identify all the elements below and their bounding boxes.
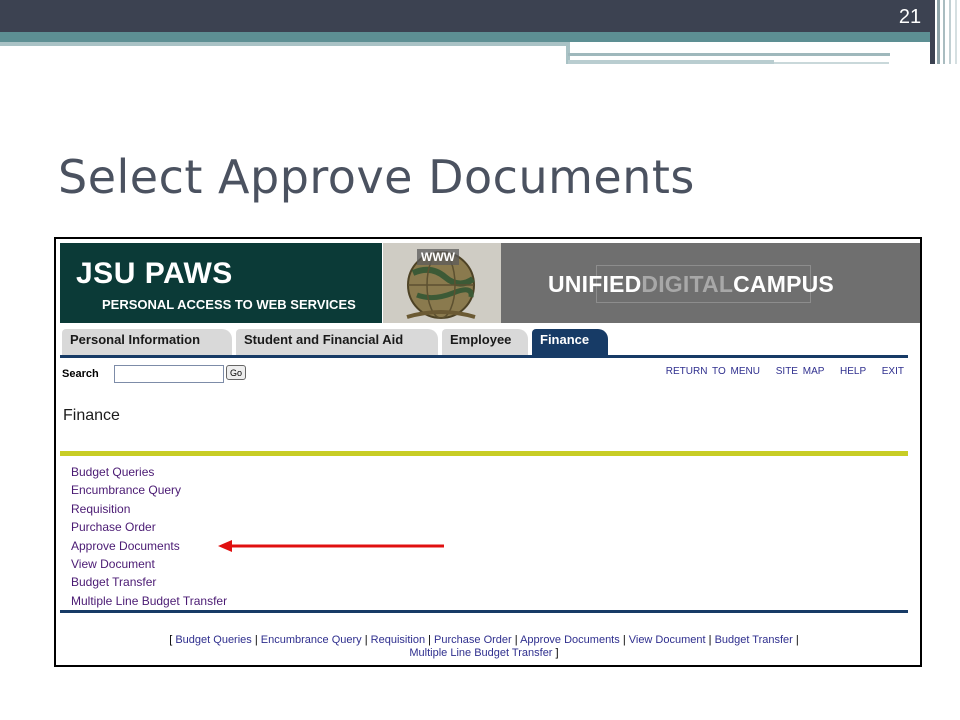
slide-header-rule <box>568 53 890 56</box>
finance-menu: Budget Queries Encumbrance Query Requisi… <box>71 463 227 610</box>
slide-corner-bar <box>949 0 951 64</box>
tab-finance[interactable]: Finance <box>532 329 608 355</box>
footer-links: [ Budget Queries | Encumbrance Query | R… <box>169 634 799 659</box>
footer-link-requisition[interactable]: Requisition <box>371 634 425 646</box>
paws-banner: JSU PAWS PERSONAL ACCESS TO WEB SERVICES <box>60 243 382 323</box>
paws-screenshot: JSU PAWS PERSONAL ACCESS TO WEB SERVICES… <box>54 237 922 667</box>
slide-corner-bar <box>937 0 940 64</box>
return-to-menu-link[interactable]: RETURN TO MENU <box>666 366 760 377</box>
slide-header-rule <box>568 60 774 64</box>
menu-link-budget-transfer[interactable]: Budget Transfer <box>71 573 227 591</box>
footer-link-approve-documents[interactable]: Approve Documents <box>520 634 620 646</box>
globe-logo: WWW <box>383 243 501 323</box>
footer-link-budget-transfer[interactable]: Budget Transfer <box>715 634 793 646</box>
site-map-link[interactable]: SITE MAP <box>776 366 825 377</box>
paws-subtitle: PERSONAL ACCESS TO WEB SERVICES <box>102 297 356 312</box>
footer-link-view-document[interactable]: View Document <box>629 634 706 646</box>
tab-employee[interactable]: Employee <box>442 329 528 355</box>
search-input[interactable] <box>114 365 224 383</box>
top-links: RETURN TO MENU SITE MAP HELP EXIT <box>655 366 904 377</box>
menu-link-budget-queries[interactable]: Budget Queries <box>71 463 227 481</box>
slide-corner-bar <box>943 0 945 64</box>
exit-link[interactable]: EXIT <box>882 366 904 377</box>
footer-rule <box>60 610 908 613</box>
menu-link-view-document[interactable]: View Document <box>71 555 227 573</box>
tab-personal-information[interactable]: Personal Information <box>62 329 232 355</box>
heading-rule <box>60 451 908 456</box>
slide-header-rule <box>774 62 889 64</box>
slide-title: Select Approve Documents <box>58 150 695 204</box>
menu-link-purchase-order[interactable]: Purchase Order <box>71 518 227 536</box>
menu-link-encumbrance-query[interactable]: Encumbrance Query <box>71 481 227 499</box>
red-arrow-icon <box>218 540 444 552</box>
menu-link-approve-documents[interactable]: Approve Documents <box>71 537 227 555</box>
slide-corner-bar <box>955 0 957 64</box>
tab-student-financial-aid[interactable]: Student and Financial Aid <box>236 329 438 355</box>
go-button[interactable]: Go <box>226 365 246 380</box>
menu-link-multiple-line-budget-transfer[interactable]: Multiple Line Budget Transfer <box>71 592 227 610</box>
page-heading: Finance <box>63 407 120 424</box>
paws-title: JSU PAWS <box>76 257 233 290</box>
menu-link-requisition[interactable]: Requisition <box>71 500 227 518</box>
tab-underline <box>60 355 908 358</box>
campus-banner: UNIFIEDDIGITALCAMPUS <box>501 243 920 323</box>
footer-link-purchase-order[interactable]: Purchase Order <box>434 634 512 646</box>
slide-header-accent <box>0 32 930 42</box>
search-row: Search Go RETURN TO MENU SITE MAP HELP E… <box>62 365 910 385</box>
help-link[interactable]: HELP <box>840 366 866 377</box>
globe-label: WWW <box>421 250 456 264</box>
slide-header-rule <box>0 42 566 46</box>
campus-logo-text: UNIFIEDDIGITALCAMPUS <box>548 271 834 297</box>
search-label: Search <box>62 368 99 380</box>
footer-link-budget-queries[interactable]: Budget Queries <box>175 634 251 646</box>
footer-link-multiple-line-budget-transfer[interactable]: Multiple Line Budget Transfer <box>409 647 552 659</box>
main-tabs: Personal Information Student and Financi… <box>56 329 920 355</box>
footer-link-encumbrance-query[interactable]: Encumbrance Query <box>261 634 362 646</box>
slide-corner-bar <box>930 0 935 64</box>
slide-header-bar <box>0 0 930 32</box>
slide-number: 21 <box>898 6 922 28</box>
globe-icon: WWW <box>383 243 501 323</box>
